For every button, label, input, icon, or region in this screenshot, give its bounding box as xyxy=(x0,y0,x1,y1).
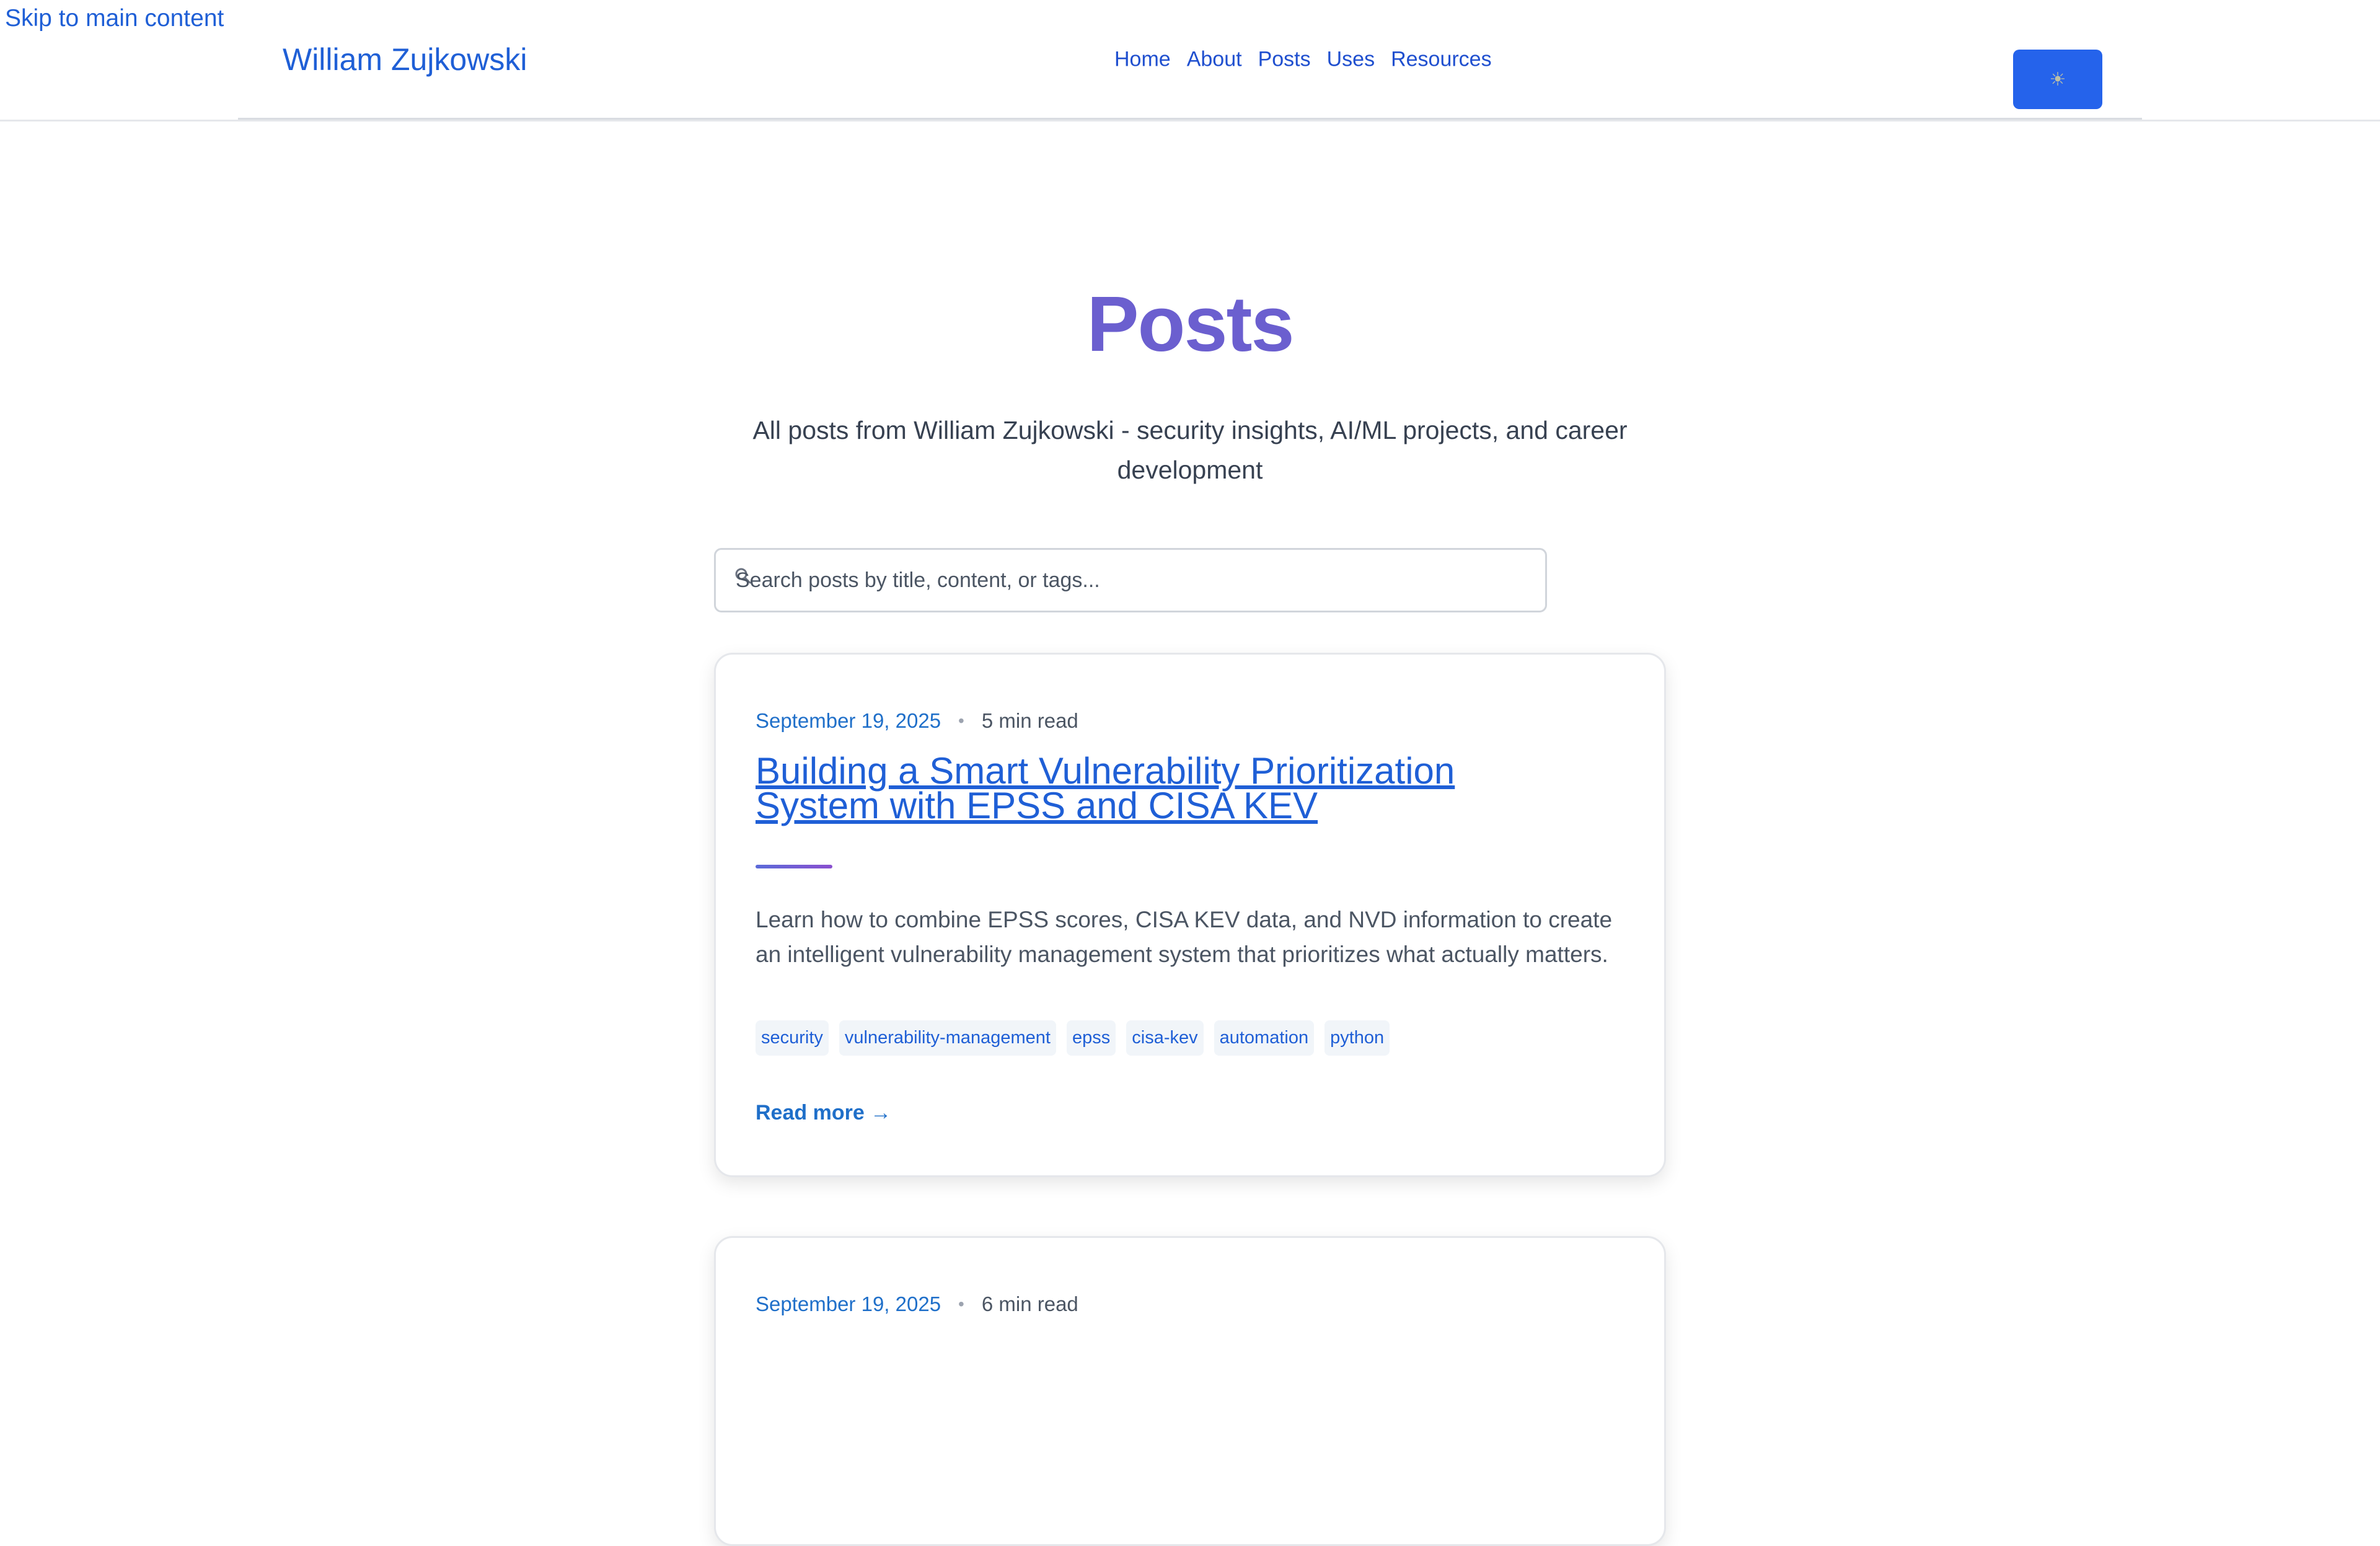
header-inner: William Zujkowski Home About Posts Uses … xyxy=(238,0,2142,120)
tag-vulnerability-management[interactable]: vulnerability-management xyxy=(839,1020,1056,1056)
read-more-link[interactable]: Read more → xyxy=(756,1101,891,1125)
meta-separator: • xyxy=(958,1294,964,1314)
post-card: September 19, 2025 • 6 min read xyxy=(714,1236,1666,1546)
read-time: 6 min read xyxy=(981,1292,1078,1315)
main-nav: Home About Posts Uses Resources xyxy=(1114,48,1492,72)
page-subtitle: All posts from William Zujkowski - secur… xyxy=(752,416,1628,484)
post-card: September 19, 2025 • 5 min read Building… xyxy=(714,653,1666,1177)
tag-automation[interactable]: automation xyxy=(1214,1020,1315,1056)
post-meta: September 19, 2025 • 5 min read xyxy=(756,709,1078,733)
search-input[interactable] xyxy=(736,550,1523,611)
site-header: William Zujkowski Home About Posts Uses … xyxy=(0,0,2380,121)
post-meta: September 19, 2025 • 6 min read xyxy=(756,1292,1078,1316)
search-box xyxy=(714,548,1547,612)
tag-security[interactable]: security xyxy=(756,1020,829,1056)
site-brand-link[interactable]: William Zujkowski xyxy=(283,42,527,77)
tag-cisa-kev[interactable]: cisa-kev xyxy=(1126,1020,1204,1056)
main-content: Posts All posts from William Zujkowski -… xyxy=(0,121,2380,1546)
post-date: September 19, 2025 xyxy=(756,709,941,732)
theme-toggle-button[interactable]: ☀ xyxy=(2013,50,2102,109)
post-excerpt: Learn how to combine EPSS scores, CISA K… xyxy=(756,907,1613,967)
nav-about[interactable]: About xyxy=(1187,48,1242,72)
sun-icon: ☀ xyxy=(2049,69,2066,90)
tag-python[interactable]: python xyxy=(1324,1020,1390,1056)
tag-epss[interactable]: epss xyxy=(1066,1020,1116,1056)
post-title-link[interactable]: Building a Smart Vulnerability Prioritiz… xyxy=(756,753,1561,824)
nav-uses[interactable]: Uses xyxy=(1327,48,1375,72)
nav-home[interactable]: Home xyxy=(1114,48,1171,72)
nav-posts[interactable]: Posts xyxy=(1258,48,1311,72)
post-date: September 19, 2025 xyxy=(756,1292,941,1315)
page-title: Posts xyxy=(1086,280,1294,368)
read-time: 5 min read xyxy=(981,709,1078,732)
title-underline-accent xyxy=(756,865,832,868)
meta-separator: • xyxy=(958,711,964,730)
nav-resources[interactable]: Resources xyxy=(1391,48,1492,72)
post-tags: security vulnerability-management epss c… xyxy=(756,1020,1390,1056)
